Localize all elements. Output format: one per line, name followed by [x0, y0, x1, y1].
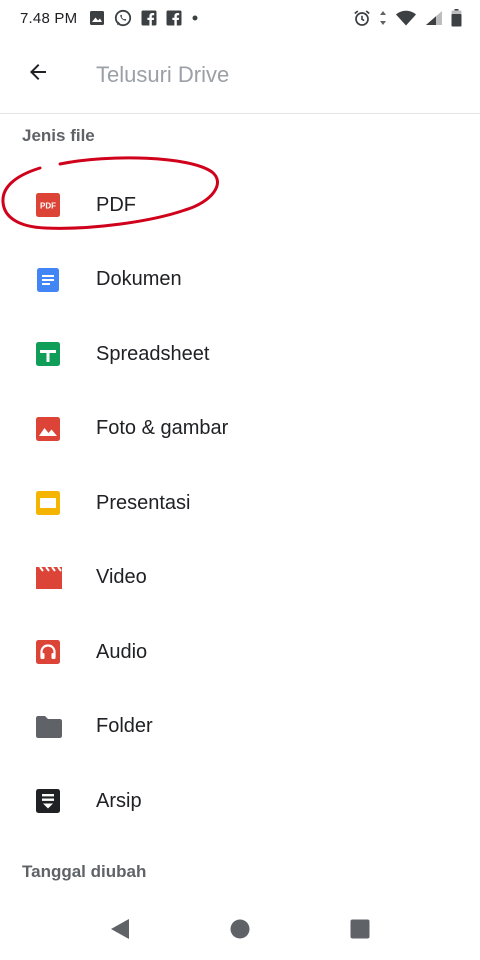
folder-icon	[0, 715, 96, 739]
presentation-icon	[0, 490, 96, 516]
status-bar: 7.48 PM	[0, 0, 480, 36]
file-type-item-image[interactable]: Foto & gambar	[0, 392, 480, 467]
alarm-icon	[353, 9, 371, 27]
pdf-icon: PDF	[0, 192, 96, 218]
file-type-list: PDF PDF Dokumen Spreadsheet Foto & gamba…	[0, 168, 480, 839]
facebook-icon	[166, 10, 182, 26]
file-type-label: Folder	[96, 715, 153, 738]
signal-icon	[425, 10, 443, 26]
image-icon	[0, 416, 96, 442]
image-icon	[89, 10, 105, 26]
file-type-label: Arsip	[96, 789, 142, 812]
file-type-label: Presentasi	[96, 491, 191, 514]
file-type-item-audio[interactable]: Audio	[0, 615, 480, 690]
archive-icon	[0, 788, 96, 814]
recents-square-icon[interactable]	[344, 913, 376, 945]
file-type-label: Spreadsheet	[96, 342, 210, 365]
search-app-bar	[0, 36, 480, 114]
svg-text:PDF: PDF	[40, 202, 56, 211]
file-type-label: PDF	[96, 193, 136, 216]
file-type-label: Foto & gambar	[96, 417, 229, 440]
video-icon	[0, 566, 96, 590]
search-input[interactable]	[76, 54, 480, 95]
whatsapp-icon	[114, 9, 132, 27]
data-arrows-icon	[379, 10, 387, 26]
system-icons	[353, 9, 462, 27]
back-triangle-icon[interactable]	[104, 913, 136, 945]
file-type-item-pdf[interactable]: PDF PDF	[0, 168, 480, 243]
file-type-label: Dokumen	[96, 268, 182, 291]
spreadsheet-icon	[0, 341, 96, 367]
file-type-item-archive[interactable]: Arsip	[0, 764, 480, 839]
back-button[interactable]	[0, 36, 76, 114]
file-type-label: Video	[96, 566, 147, 589]
file-type-item-document[interactable]: Dokumen	[0, 243, 480, 318]
file-type-item-video[interactable]: Video	[0, 541, 480, 616]
file-type-item-folder[interactable]: Folder	[0, 690, 480, 765]
file-type-item-presentation[interactable]: Presentasi	[0, 466, 480, 541]
facebook-icon	[141, 10, 157, 26]
arrow-back-icon	[26, 60, 50, 89]
more-dot-icon	[191, 14, 199, 22]
file-type-item-spreadsheet[interactable]: Spreadsheet	[0, 317, 480, 392]
date-modified-section-title: Tanggal diubah	[22, 862, 147, 881]
wifi-icon	[395, 10, 417, 26]
drive-search-screen: 7.48 PM Telusuri Drive Jenis file PDF PD…	[0, 0, 480, 960]
document-icon	[0, 267, 96, 293]
system-nav-bar	[0, 898, 480, 960]
file-type-section-title: Jenis file	[22, 126, 95, 145]
home-circle-icon[interactable]	[224, 913, 256, 945]
audio-icon	[0, 639, 96, 665]
status-time: 7.48 PM	[20, 9, 78, 27]
file-type-label: Audio	[96, 640, 148, 663]
battery-icon	[451, 9, 462, 27]
notification-icons	[89, 9, 199, 27]
